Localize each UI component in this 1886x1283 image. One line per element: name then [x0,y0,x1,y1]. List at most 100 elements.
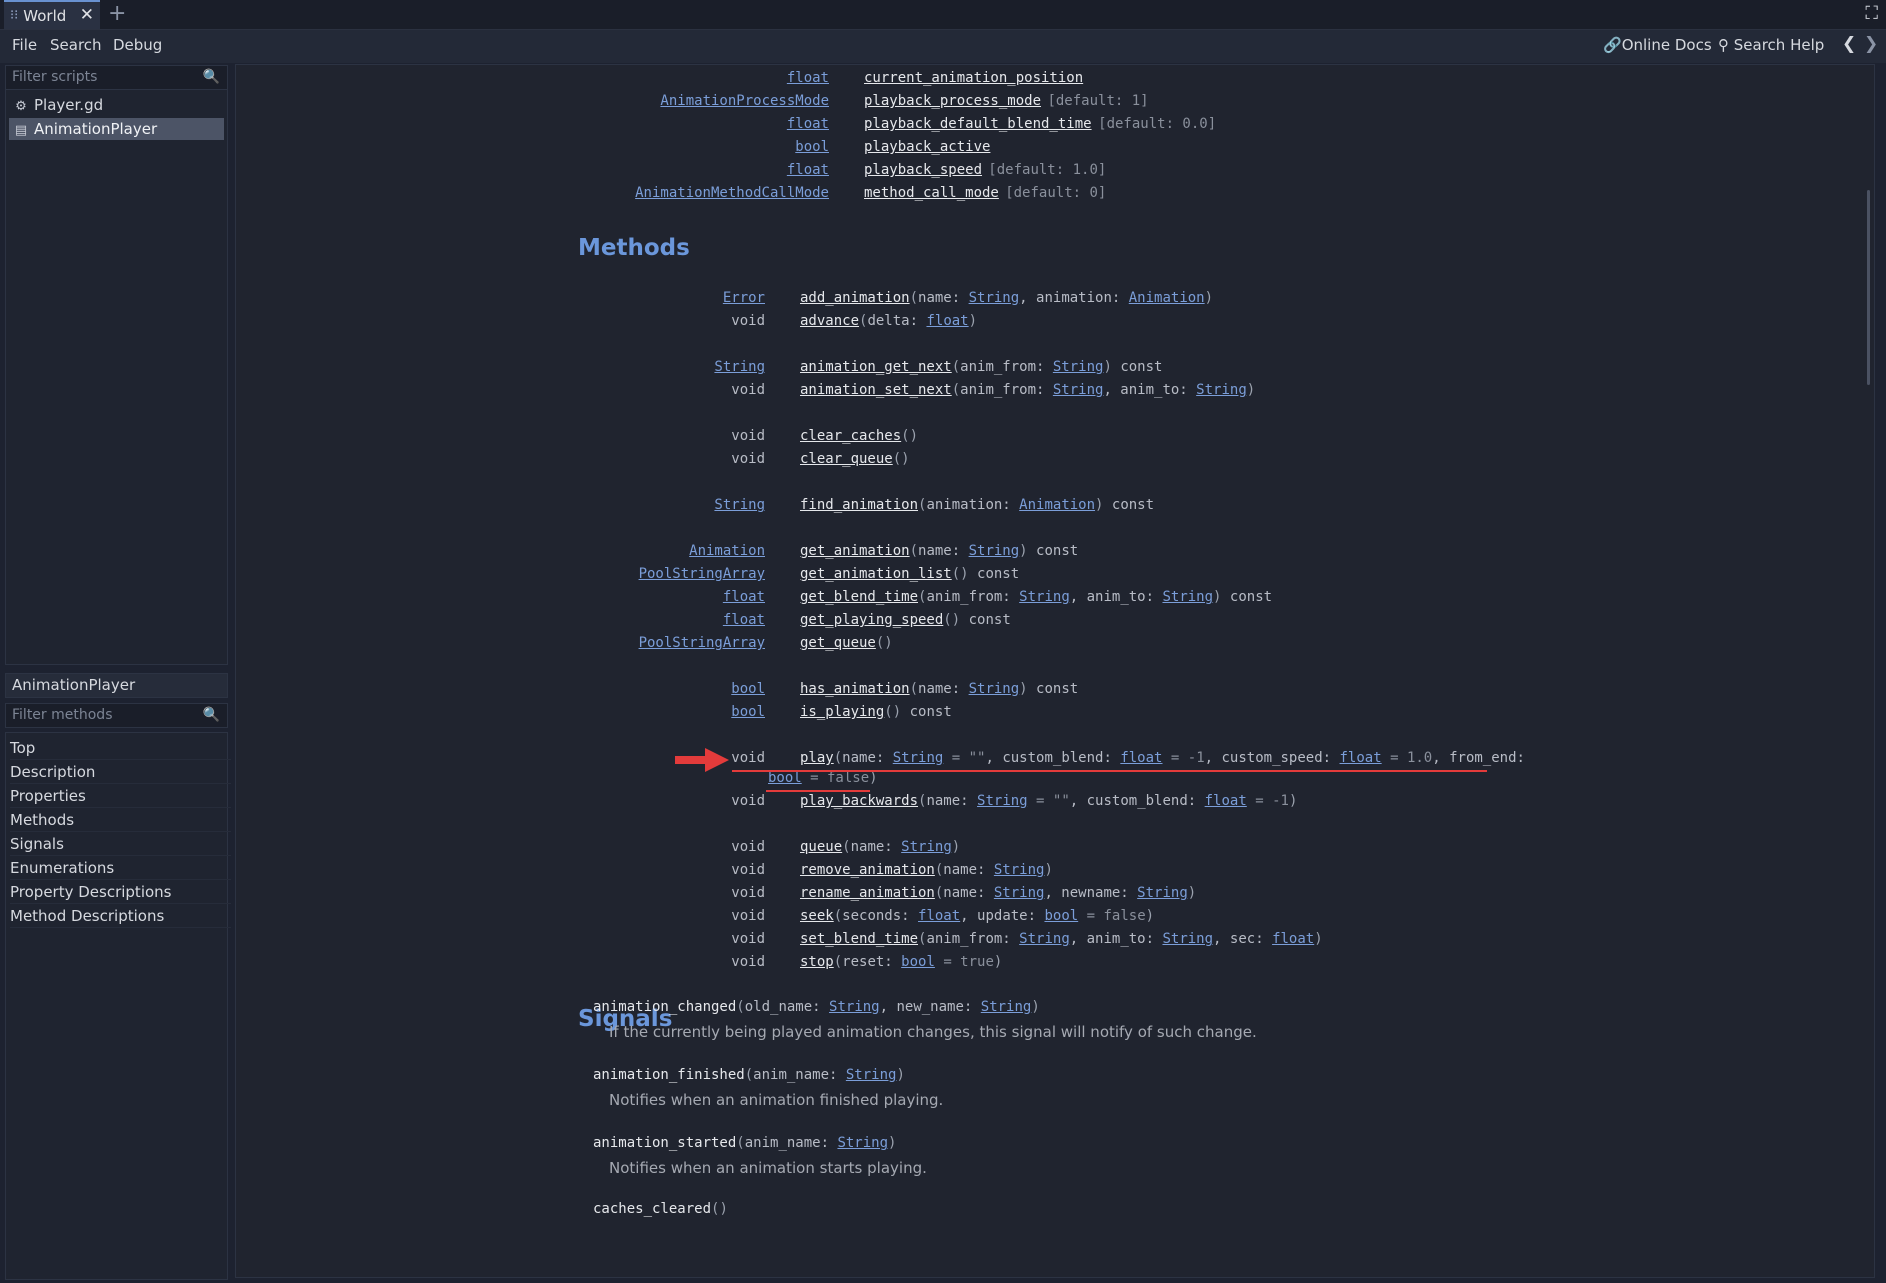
type-link[interactable]: float [1340,750,1382,766]
property-name-link[interactable]: playback_process_mode [864,91,1041,111]
script-item-player[interactable]: ⚙ Player.gd [9,94,224,116]
type-link[interactable]: String [1196,382,1247,398]
close-icon[interactable]: ✕ [80,5,94,25]
nav-item-enumerations[interactable]: Enumerations [10,857,231,880]
type-link[interactable]: float [1120,750,1162,766]
property-type-link[interactable]: float [787,160,829,180]
nav-item-methods[interactable]: Methods [10,809,231,832]
tab-world[interactable]: ⁝⁝ World ✕ [4,0,100,29]
nav-item-description[interactable]: Description [10,761,231,784]
method-return-type[interactable]: String [714,495,765,515]
type-link[interactable]: String [1053,382,1104,398]
method-name-link[interactable]: set_blend_time [800,931,918,947]
type-link[interactable]: String [901,839,952,855]
method-name-link[interactable]: seek [800,908,834,924]
method-name-link[interactable]: get_playing_speed [800,612,943,628]
method-return-type[interactable]: Error [723,288,765,308]
script-item-animationplayer[interactable]: ▤ AnimationPlayer [9,118,224,140]
method-name-link[interactable]: stop [800,954,834,970]
menu-debug[interactable]: Debug [113,36,162,54]
type-link[interactable]: String [977,793,1028,809]
type-link[interactable]: String [1019,931,1070,947]
method-name-link[interactable]: has_animation [800,681,910,697]
property-name-link[interactable]: playback_active [864,137,990,157]
method-name-link[interactable]: remove_animation [800,862,935,878]
type-link[interactable]: bool [768,770,802,786]
type-link[interactable]: String [994,885,1045,901]
type-link[interactable]: String [1137,885,1188,901]
method-name-link[interactable]: clear_caches [800,428,901,444]
type-link[interactable]: float [1272,931,1314,947]
type-link[interactable]: float [1205,793,1247,809]
property-type-link[interactable]: bool [795,137,829,157]
type-link[interactable]: Animation [1019,497,1095,513]
nav-item-top[interactable]: Top [10,737,231,760]
property-name-link[interactable]: current_animation_position [864,68,1083,88]
search-help-button[interactable]: ⚲ Search Help [1718,36,1824,54]
property-default: [default: 0.0] [1098,116,1217,132]
method-name-link[interactable]: get_animation_list [800,566,952,582]
history-forward-button[interactable]: ❯ [1864,34,1878,54]
history-back-button[interactable]: ❮ [1842,34,1856,54]
type-link[interactable]: String [969,290,1020,306]
method-name-link[interactable]: is_playing [800,704,884,720]
fullscreen-icon[interactable]: ⛶ [1865,3,1878,24]
filter-methods-input[interactable]: Filter methods 🔍 [5,703,228,728]
method-name-link[interactable]: get_animation [800,543,910,559]
property-type-link[interactable]: AnimationMethodCallMode [635,183,829,203]
scrollbar[interactable] [1867,190,1870,385]
nav-item-properties[interactable]: Properties [10,785,231,808]
type-link[interactable]: String [846,1067,897,1083]
method-name-link[interactable]: advance [800,313,859,329]
method-return-type[interactable]: Animation [689,541,765,561]
method-name-link[interactable]: add_animation [800,290,910,306]
method-return-type[interactable]: bool [731,679,765,699]
property-type-link[interactable]: float [787,114,829,134]
method-return-type[interactable]: String [714,357,765,377]
method-name-link[interactable]: get_queue [800,635,876,651]
type-link[interactable]: String [829,999,880,1015]
type-link[interactable]: bool [1044,908,1078,924]
nav-item-property-descriptions[interactable]: Property Descriptions [10,881,231,904]
method-return-type[interactable]: bool [731,702,765,722]
type-link[interactable]: String [981,999,1032,1015]
method-return-type[interactable]: float [723,610,765,630]
filter-scripts-input[interactable]: Filter scripts 🔍 [5,65,228,90]
type-link[interactable]: bool [901,954,935,970]
method-return-type[interactable]: float [723,587,765,607]
type-link[interactable]: String [969,543,1020,559]
property-name-link[interactable]: method_call_mode [864,183,999,203]
type-link[interactable]: String [1162,931,1213,947]
method-name-link[interactable]: animation_get_next [800,359,952,375]
method-return-type[interactable]: PoolStringArray [639,564,765,584]
type-link[interactable]: String [837,1135,888,1151]
type-link[interactable]: String [1162,589,1213,605]
type-link[interactable]: String [1053,359,1104,375]
type-link[interactable]: String [969,681,1020,697]
method-name-link[interactable]: play_backwards [800,793,918,809]
type-link[interactable]: float [926,313,968,329]
online-docs-button[interactable]: 🔗Online Docs [1603,36,1712,54]
property-name-link[interactable]: playback_default_blend_time [864,114,1092,134]
method-name-link[interactable]: get_blend_time [800,589,918,605]
type-link[interactable]: String [893,750,944,766]
method-name-link[interactable]: animation_set_next [800,382,952,398]
menu-search[interactable]: Search [50,36,102,54]
type-link[interactable]: float [918,908,960,924]
type-link[interactable]: Animation [1129,290,1205,306]
method-name-link[interactable]: queue [800,839,842,855]
nav-item-method-descriptions[interactable]: Method Descriptions [10,905,231,928]
menu-file[interactable]: File [12,36,37,54]
type-link[interactable]: String [1019,589,1070,605]
method-name-link[interactable]: rename_animation [800,885,935,901]
type-link[interactable]: String [994,862,1045,878]
method-return-type[interactable]: PoolStringArray [639,633,765,653]
method-name-link[interactable]: play [800,750,834,766]
method-name-link[interactable]: find_animation [800,497,918,513]
nav-item-signals[interactable]: Signals [10,833,231,856]
property-type-link[interactable]: AnimationProcessMode [660,91,829,111]
property-name-link[interactable]: playback_speed [864,160,982,180]
method-name-link[interactable]: clear_queue [800,451,893,467]
new-tab-button[interactable]: + [108,1,126,26]
property-type-link[interactable]: float [787,68,829,88]
